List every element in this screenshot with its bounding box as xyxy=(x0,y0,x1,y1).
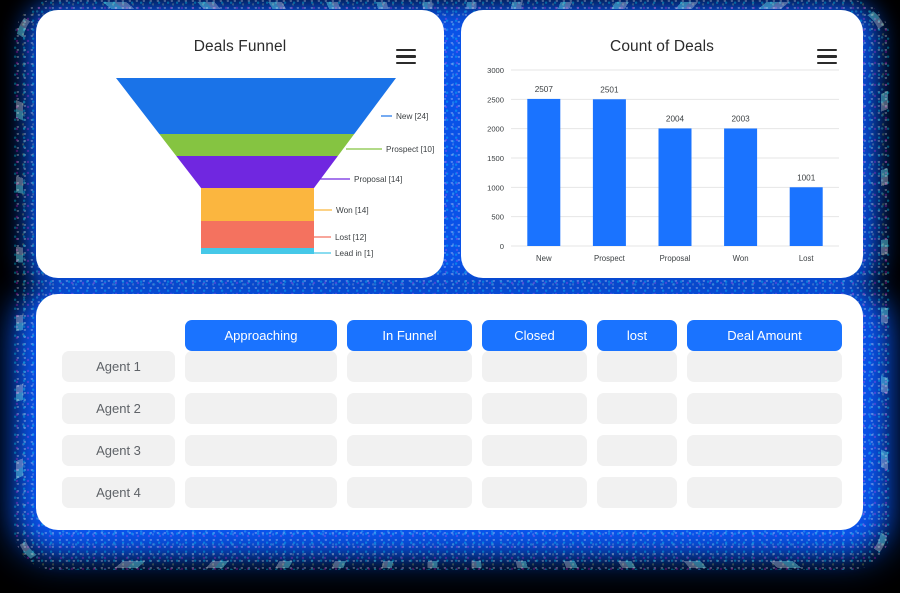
deals-funnel-card: Deals Funnel New [24] Prospect [10] Propos… xyxy=(36,10,444,278)
table-cell[interactable] xyxy=(482,393,587,424)
x-axis-tick-label: New xyxy=(536,254,552,263)
funnel-segment-prospect[interactable] xyxy=(159,134,355,156)
agents-table: Approaching In Funnel Closed lost Deal Amoun… xyxy=(62,320,842,508)
funnel-label-lead-in: Lead in [1] xyxy=(335,249,373,258)
table-row: Agent 1 xyxy=(62,351,842,382)
table-body: Agent 1 Agent 2 Agent 3 Agent 4 xyxy=(62,351,842,508)
bar-chart-x-axis: New Prospect Proposal Won Lost xyxy=(536,254,814,263)
funnel-segment-won[interactable] xyxy=(201,188,314,221)
table-cell[interactable] xyxy=(597,477,677,508)
y-axis-tick-label: 2000 xyxy=(487,125,504,134)
table-cell[interactable] xyxy=(482,435,587,466)
funnel-label-prospect: Prospect [10] xyxy=(386,145,434,154)
bar-value-label: 2003 xyxy=(731,114,750,123)
y-axis-tick-label: 3000 xyxy=(487,66,504,75)
y-axis-tick-label: 500 xyxy=(491,213,504,222)
table-cell[interactable] xyxy=(347,435,472,466)
table-header-approaching[interactable]: Approaching xyxy=(185,320,337,351)
table-header-row: Approaching In Funnel Closed lost Deal Amoun… xyxy=(62,320,842,351)
bar-won[interactable] xyxy=(724,128,758,246)
table-header-in-funnel[interactable]: In Funnel xyxy=(347,320,472,351)
table-row-label-agent-3[interactable]: Agent 3 xyxy=(62,435,175,466)
funnel-segment-lead-in[interactable] xyxy=(201,248,314,254)
table-cell[interactable] xyxy=(687,435,842,466)
y-axis-tick-label: 1000 xyxy=(487,183,504,192)
table-row-label-agent-1[interactable]: Agent 1 xyxy=(62,351,175,382)
x-axis-tick-label: Lost xyxy=(799,254,815,263)
table-row: Agent 4 xyxy=(62,477,842,508)
bar-prospect[interactable] xyxy=(592,99,626,247)
table-cell[interactable] xyxy=(687,393,842,424)
funnel-chart: New [24] Prospect [10] Proposal [14] Won [1… xyxy=(116,78,434,258)
bar-new[interactable] xyxy=(527,98,561,246)
funnel-segment-proposal[interactable] xyxy=(176,156,338,188)
table-cell[interactable] xyxy=(597,393,677,424)
bar-chart: 0 500 1000 1500 2000 2500 3000 2507 2501 2004 200… xyxy=(487,66,839,263)
bar-value-label: 1001 xyxy=(797,173,816,182)
table-row-label-agent-4[interactable]: Agent 4 xyxy=(62,477,175,508)
funnel-label-lost: Lost [12] xyxy=(335,233,366,242)
count-of-deals-card: Count of Deals 0 500 1000 1500 2000 2500 3000 … xyxy=(461,10,863,278)
table-cell[interactable] xyxy=(185,435,337,466)
table-cell[interactable] xyxy=(347,393,472,424)
table-cell[interactable] xyxy=(185,351,337,382)
y-axis-tick-label: 0 xyxy=(500,242,504,251)
table-cell[interactable] xyxy=(185,393,337,424)
table-cell[interactable] xyxy=(482,351,587,382)
funnel-label-proposal: Proposal [14] xyxy=(354,175,402,184)
table-header-lost[interactable]: lost xyxy=(597,320,677,351)
table-header-deal-amount[interactable]: Deal Amount xyxy=(687,320,842,351)
table-row: Agent 2 xyxy=(62,393,842,424)
agents-table-card: Approaching In Funnel Closed lost Deal Amoun… xyxy=(36,294,863,530)
funnel-label-won: Won [14] xyxy=(336,206,369,215)
table-cell[interactable] xyxy=(347,351,472,382)
x-axis-tick-label: Won xyxy=(733,254,749,263)
x-axis-tick-label: Proposal xyxy=(660,254,691,263)
table-cell[interactable] xyxy=(482,477,587,508)
table-header-closed[interactable]: Closed xyxy=(482,320,587,351)
funnel-segments xyxy=(116,78,396,254)
bar-value-label: 2501 xyxy=(600,85,619,94)
bar-value-label: 2507 xyxy=(535,85,554,94)
x-axis-tick-label: Prospect xyxy=(594,254,626,263)
bar-chart-y-axis: 0 500 1000 1500 2000 2500 3000 xyxy=(487,66,504,251)
y-axis-tick-label: 2500 xyxy=(487,95,504,104)
table-corner-spacer xyxy=(62,320,175,351)
table-cell[interactable] xyxy=(687,351,842,382)
funnel-label-new: New [24] xyxy=(396,112,428,121)
table-cell[interactable] xyxy=(597,435,677,466)
table-cell[interactable] xyxy=(185,477,337,508)
funnel-segment-lost[interactable] xyxy=(201,221,314,248)
funnel-segment-new[interactable] xyxy=(116,78,396,134)
table-cell[interactable] xyxy=(347,477,472,508)
table-row-label-agent-2[interactable]: Agent 2 xyxy=(62,393,175,424)
bar-value-label: 2004 xyxy=(666,114,685,123)
dashboard-screenshot: Deals Funnel New [24] Prospect [10] Propos… xyxy=(0,0,900,593)
bar-lost[interactable] xyxy=(789,187,823,246)
table-row: Agent 3 xyxy=(62,435,842,466)
y-axis-tick-label: 1500 xyxy=(487,154,504,163)
bar-proposal[interactable] xyxy=(658,128,692,246)
table-cell[interactable] xyxy=(687,477,842,508)
table-cell[interactable] xyxy=(597,351,677,382)
